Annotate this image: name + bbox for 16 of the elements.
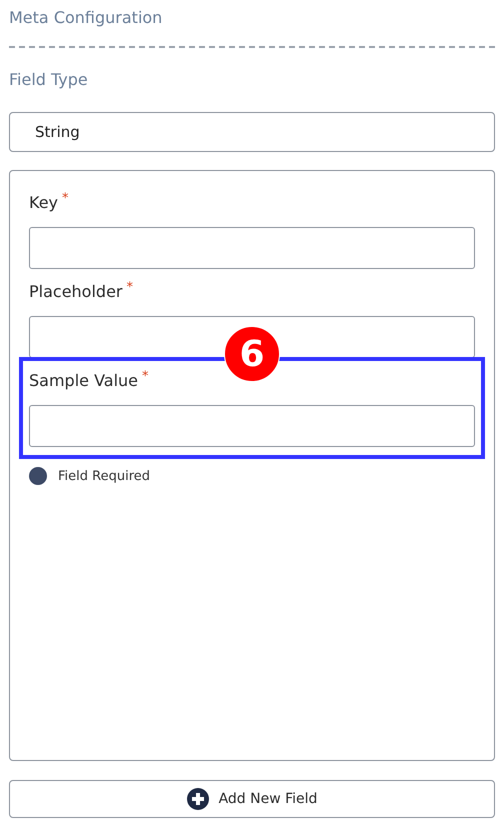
toggle-icon[interactable] bbox=[29, 467, 47, 485]
field-type-select[interactable]: String bbox=[9, 112, 495, 152]
field-label: Key bbox=[29, 192, 58, 212]
field-label: Sample Value bbox=[29, 370, 138, 390]
input-field[interactable] bbox=[29, 227, 475, 269]
input-field[interactable] bbox=[29, 405, 475, 447]
required-mark: * bbox=[126, 280, 133, 295]
required-mark: * bbox=[142, 369, 149, 384]
toggle-label: Field Required bbox=[58, 468, 150, 484]
add-field-button[interactable]: Add New Field bbox=[9, 780, 495, 818]
section-title: Meta Configuration bbox=[9, 8, 164, 28]
step-badge: 6 bbox=[224, 326, 280, 382]
plus-circle-icon bbox=[186, 788, 209, 810]
field-label: Placeholder bbox=[29, 282, 122, 300]
required-mark: * bbox=[62, 191, 69, 206]
field-type-label: Field Type bbox=[9, 70, 89, 90]
